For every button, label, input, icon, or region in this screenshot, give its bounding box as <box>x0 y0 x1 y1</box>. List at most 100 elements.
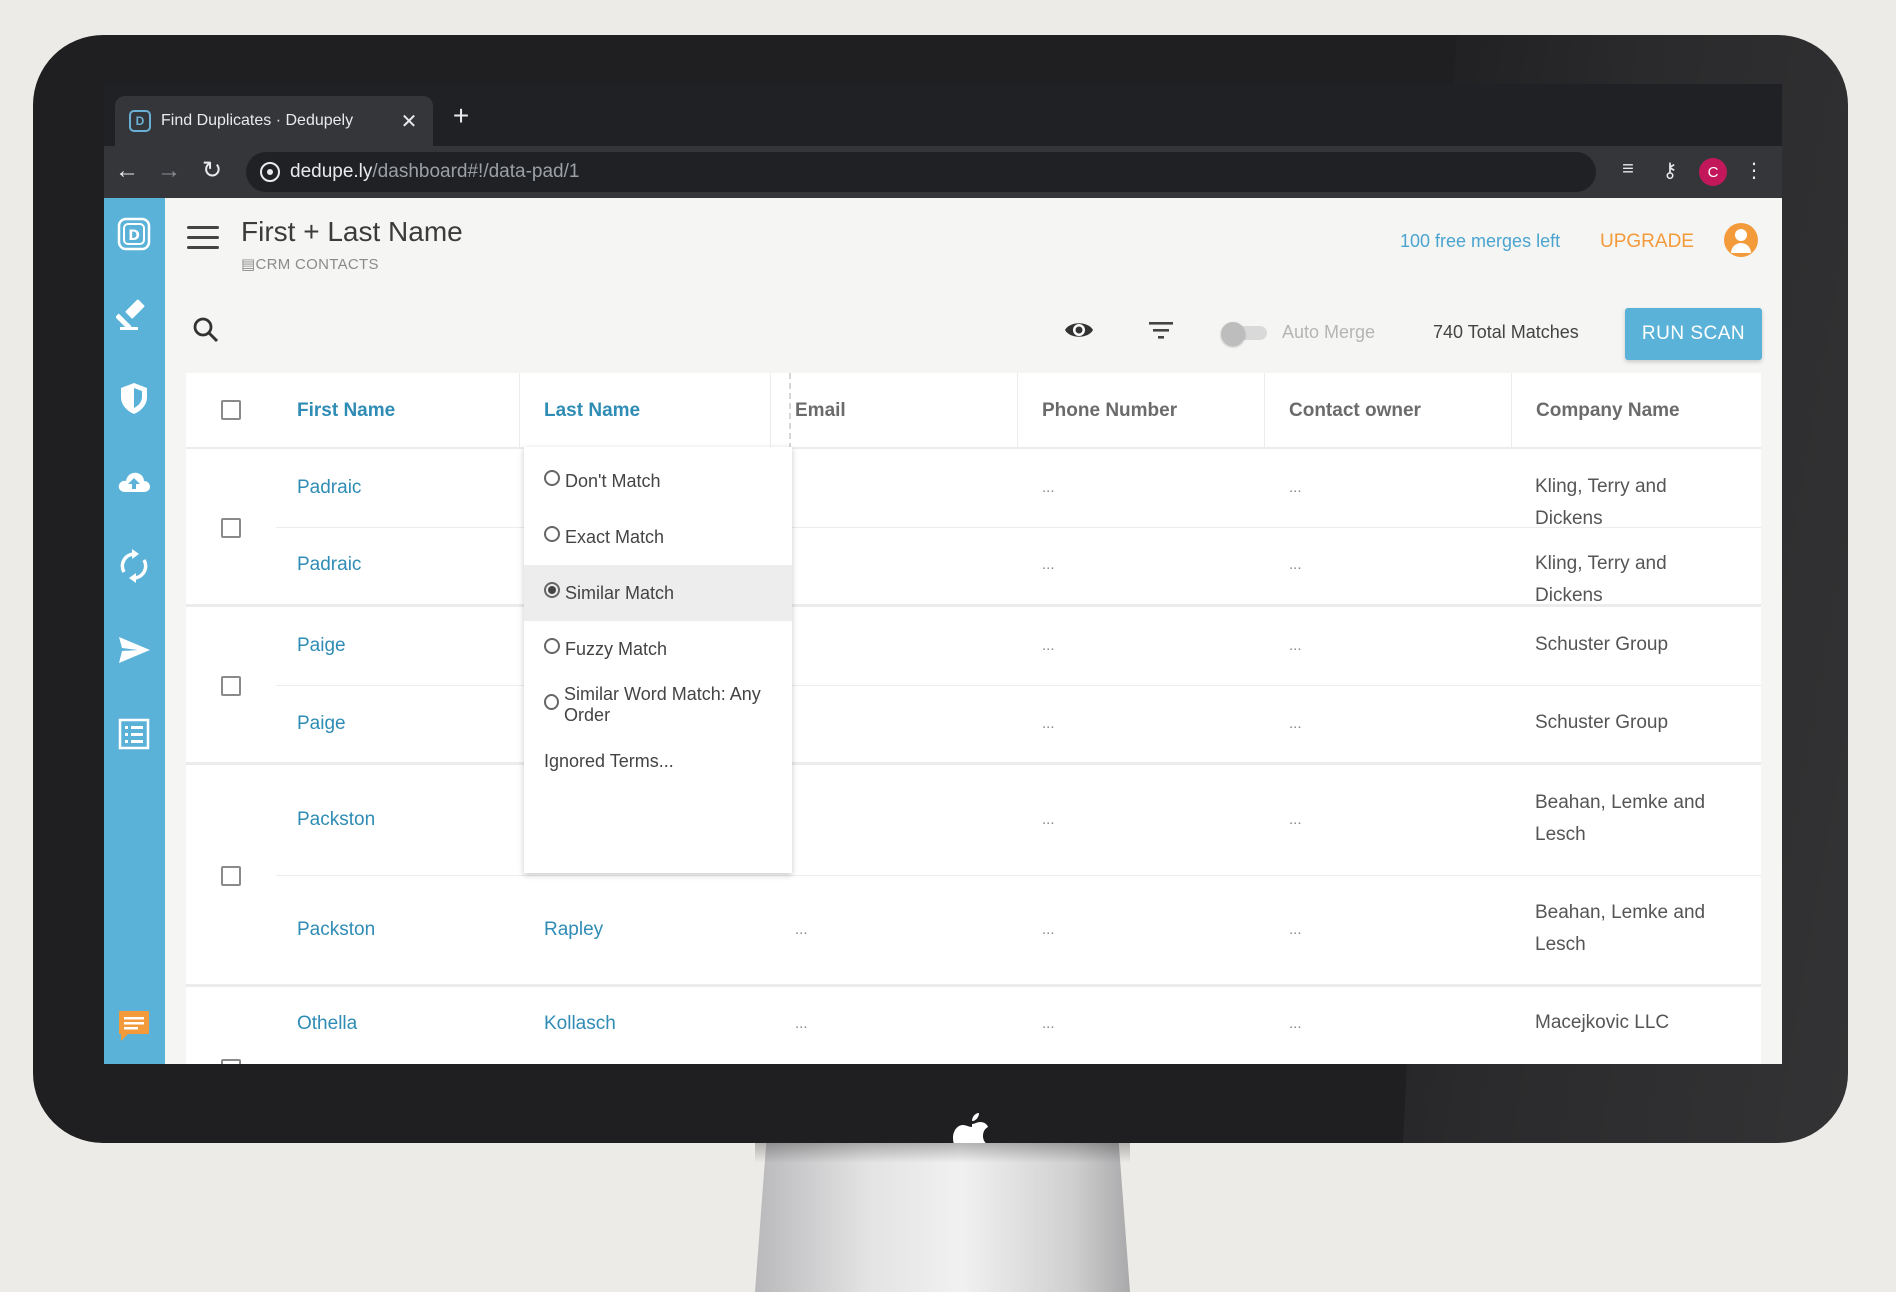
new-tab-icon[interactable]: + <box>446 100 476 132</box>
page-title: First + Last Name <box>241 216 463 247</box>
menu-item-ignored-terms[interactable]: Ignored Terms... <box>524 733 792 789</box>
menu-item-label: Don't Match <box>565 470 661 491</box>
column-first-name[interactable]: First Name <box>273 373 520 449</box>
browser-tab[interactable]: D Find Duplicates · Dedupely ✕ <box>115 96 433 146</box>
cell-phone: ... <box>1042 637 1055 654</box>
subtitle-text: CRM CONTACTS <box>255 256 379 273</box>
cloud-upload-icon[interactable] <box>114 462 154 502</box>
filter-icon[interactable] <box>1148 317 1174 343</box>
radio-icon <box>544 470 560 486</box>
column-phone-number[interactable]: Phone Number <box>1018 373 1265 449</box>
radio-selected-icon <box>544 582 560 598</box>
column-email[interactable]: Email <box>771 373 1018 449</box>
group-checkbox[interactable] <box>221 676 241 696</box>
screen: D Find Duplicates · Dedupely ✕ + ← → ↻ d… <box>104 84 1782 1064</box>
menu-item-label: Fuzzy Match <box>565 638 668 659</box>
menu-item-label: Similar Word Match: Any Order <box>564 684 761 725</box>
group-checkbox[interactable] <box>221 1059 241 1064</box>
cell-phone: ... <box>1042 715 1055 732</box>
merges-left-link[interactable]: 100 free merges left <box>1400 231 1560 252</box>
run-scan-button[interactable]: RUN SCAN <box>1625 308 1762 360</box>
duplicate-group: Othella Kollasch ... ... ... Macejkovic … <box>186 987 1761 1064</box>
menu-item-exact-match[interactable]: Exact Match <box>524 509 792 565</box>
eye-icon[interactable] <box>1064 317 1094 343</box>
upgrade-link[interactable]: UPGRADE <box>1600 231 1694 253</box>
cell-phone: ... <box>1042 479 1055 496</box>
radio-icon <box>544 526 560 542</box>
browser-toolbar: ← → ↻ dedupe.ly /dashboard#!/data-pad/1 … <box>104 146 1782 198</box>
cell-company: Beahan, Lemke and Lesch <box>1535 792 1706 845</box>
close-tab-icon[interactable]: ✕ <box>399 109 419 134</box>
cell-phone: ... <box>1042 811 1055 828</box>
cell-owner: ... <box>1289 1015 1302 1032</box>
menu-item-similar-match[interactable]: Similar Match <box>524 565 792 621</box>
auto-merge-toggle[interactable] <box>1221 322 1267 346</box>
gavel-icon[interactable] <box>114 294 154 334</box>
monitor-stand <box>755 1143 1130 1292</box>
list-icon[interactable] <box>114 714 154 754</box>
browser-tabstrip: D Find Duplicates · Dedupely ✕ + <box>104 84 1782 146</box>
radio-icon <box>544 694 560 710</box>
cell-first-name[interactable]: Packston <box>297 919 375 941</box>
cell-owner: ... <box>1289 715 1302 732</box>
media-queue-icon[interactable]: ≡ <box>1614 158 1642 181</box>
group-checkbox[interactable] <box>221 866 241 886</box>
more-menu-icon[interactable]: ⋮ <box>1740 158 1768 183</box>
column-resize-handle[interactable] <box>789 373 791 449</box>
site-info-icon[interactable] <box>260 162 280 182</box>
user-avatar-icon[interactable] <box>1724 223 1758 257</box>
column-contact-owner[interactable]: Contact owner <box>1265 373 1512 449</box>
group-checkbox[interactable] <box>221 518 241 538</box>
menu-item-similar-word-match[interactable]: Similar Word Match: Any Order <box>524 677 792 733</box>
cell-first-name[interactable]: Padraic <box>297 554 361 576</box>
cell-last-name[interactable]: Rapley <box>544 919 603 941</box>
cell-company: Schuster Group <box>1535 712 1669 733</box>
cell-first-name[interactable]: Paige <box>297 713 346 735</box>
cell-first-name[interactable]: Paige <box>297 635 346 657</box>
cell-first-name[interactable]: Othella <box>297 1013 357 1035</box>
logo-icon[interactable]: D <box>114 214 154 254</box>
select-all-checkbox[interactable] <box>221 400 241 420</box>
menu-item-label: Exact Match <box>565 526 665 547</box>
cell-owner: ... <box>1289 921 1302 938</box>
total-matches: 740 Total Matches <box>1433 322 1579 342</box>
stand-shadow <box>755 1143 1130 1163</box>
duplicate-group: Packston ... ... Beahan, Lemke and Lesch… <box>186 765 1761 987</box>
sync-icon[interactable] <box>114 546 154 586</box>
cell-company: Beahan, Lemke and Lesch <box>1535 902 1706 955</box>
cell-phone: ... <box>1042 921 1055 938</box>
cell-owner: ... <box>1289 637 1302 654</box>
forward-icon[interactable]: → <box>154 156 184 186</box>
cell-company: Kling, Terry and Dickens <box>1535 476 1667 529</box>
table-header: First Name Last Name Email Phone Number … <box>186 373 1761 449</box>
address-bar[interactable]: dedupe.ly /dashboard#!/data-pad/1 <box>246 152 1596 192</box>
cell-first-name[interactable]: Padraic <box>297 477 361 499</box>
back-icon[interactable]: ← <box>112 156 142 186</box>
profile-avatar[interactable]: C <box>1699 158 1727 186</box>
duplicate-group: Paige ... ... Schuster Group Paige ... .… <box>186 607 1761 765</box>
shield-icon[interactable] <box>114 378 154 418</box>
menu-item-dont-match[interactable]: Don't Match <box>524 453 792 509</box>
menu-item-fuzzy-match[interactable]: Fuzzy Match <box>524 621 792 677</box>
hamburger-menu-icon[interactable] <box>187 226 219 250</box>
dedupely-favicon-icon: D <box>129 110 151 132</box>
column-last-name[interactable]: Last Name <box>520 373 771 449</box>
tab-title: Find Duplicates · Dedupely <box>161 112 354 129</box>
url-path: /dashboard#!/data-pad/1 <box>372 161 580 182</box>
send-icon[interactable] <box>114 630 154 670</box>
key-icon[interactable]: ⚷ <box>1656 158 1684 183</box>
cell-phone: ... <box>1042 1015 1055 1032</box>
cell-first-name[interactable]: Packston <box>297 809 375 831</box>
sidebar: D <box>104 198 165 1064</box>
column-company-name[interactable]: Company Name <box>1512 373 1761 449</box>
chat-icon[interactable] <box>114 1006 154 1046</box>
cell-last-name[interactable]: Kollasch <box>544 1013 616 1035</box>
cell-email: ... <box>795 921 808 938</box>
search-icon[interactable] <box>192 316 220 344</box>
menu-item-label: Similar Match <box>565 582 675 603</box>
duplicate-group: Padraic ... ... Kling, Terry and Dickens… <box>186 451 1761 607</box>
cell-phone: ... <box>1042 556 1055 573</box>
svg-text:D: D <box>128 228 140 244</box>
auto-merge-label: Auto Merge <box>1282 322 1376 342</box>
reload-icon[interactable]: ↻ <box>197 156 227 186</box>
